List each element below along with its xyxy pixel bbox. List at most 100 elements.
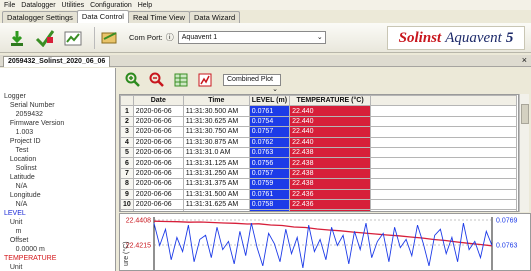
row-number: 5 (120, 146, 134, 159)
cell-level: 0.0756 (248, 157, 291, 169)
main-tabs: Datalogger Settings Data Control Real Time… (0, 10, 531, 23)
tree-item[interactable]: TEMPERATURE (4, 254, 115, 263)
tree-item[interactable]: 1.003 (4, 128, 115, 137)
data-wizard-icon[interactable] (34, 27, 56, 49)
cell-level: 0.0760 (248, 209, 291, 211)
menu-item-file[interactable]: File (4, 2, 15, 9)
tree-item[interactable]: N/A (4, 200, 115, 209)
tab-datalogger-settings[interactable]: Datalogger Settings (2, 11, 78, 23)
cell-temperature: 22.436 (289, 209, 372, 211)
cell-time: 11:31:31.500 AM (182, 188, 250, 200)
scrollbar-thumb[interactable] (521, 104, 529, 124)
table-row[interactable]: 9 2020-06-06 11:31:31.500 AM 0.0761 22.436 (120, 188, 518, 200)
menu-item-datalogger[interactable]: Datalogger (21, 2, 55, 9)
chart-svg: 22.440822.42150.07690.0763ure (°C) (122, 217, 518, 270)
table-header-row: Date Time LEVEL (m) TEMPERATURE (°C) (120, 95, 518, 107)
column-header-temperature[interactable]: TEMPERATURE (°C) (289, 95, 372, 107)
panel-toolbar: Combined Plot ⌄ (117, 68, 531, 93)
cell-time: 11:31:30.500 AM (182, 105, 250, 117)
combined-plot: 22.4408 22.4215 0.0769 0.0763 ure (°C) (119, 213, 531, 271)
cell-time: 11:31:31.250 AM (182, 167, 250, 180)
cell-date: 2020-06-06 (132, 178, 184, 190)
cell-time: 11:31:31.750 AM (182, 209, 250, 211)
plot-type-value: Combined Plot (227, 76, 273, 83)
table-row[interactable]: 4 2020-06-06 11:31:30.875 AM 0.0762 22.440 (120, 136, 518, 148)
table-row[interactable]: 8 2020-06-06 11:31:31.375 AM 0.0759 22.438 (120, 178, 518, 190)
logo-solinst: Solinst (398, 29, 442, 46)
download-icon[interactable] (6, 27, 28, 49)
column-header-time[interactable]: Time (182, 95, 250, 107)
table-row[interactable]: 112020-06-0611:31:31.750 AM0.076022.436 (120, 209, 518, 211)
tab-real-time-view[interactable]: Real Time View (127, 11, 190, 23)
table-row[interactable]: 7 2020-06-06 11:31:31.250 AM 0.0757 22.438 (120, 167, 518, 180)
cell-date: 2020-06-06 (132, 105, 184, 117)
cell-date: 2020-06-06 (132, 157, 184, 169)
row-number: 3 (120, 126, 134, 138)
table-row[interactable]: 6 2020-06-06 11:31:31.125 AM 0.0756 22.438 (120, 157, 518, 169)
file-tab[interactable]: 2059432_Solinst_2020_06_06 (3, 56, 111, 67)
row-number: 7 (120, 167, 134, 180)
chart-icon[interactable] (197, 72, 213, 88)
tree-item[interactable]: N/A (4, 182, 115, 191)
row-number: 4 (120, 136, 134, 148)
cell-level: 0.0762 (248, 136, 291, 148)
tree-item[interactable]: m (4, 227, 115, 236)
table-row[interactable]: 5 2020-06-06 11:31:31.0 AM 0.0763 22.438 (120, 146, 518, 159)
cell-date: 2020-06-06 (132, 146, 184, 159)
tree-item[interactable]: Solinst (4, 164, 115, 173)
cell-date: 2020-06-06 (132, 136, 184, 148)
data-panel: Combined Plot ⌄ Date Time LEVEL (m) TEMP… (117, 68, 531, 271)
menu-item-help[interactable]: Help (138, 2, 152, 9)
column-header-date[interactable]: Date (132, 95, 184, 107)
toolbar-separator (94, 26, 95, 49)
tree-item[interactable]: Unit (4, 218, 115, 227)
cell-level: 0.0754 (248, 115, 291, 128)
zoom-out-icon[interactable] (149, 72, 165, 88)
cell-temperature: 22.438 (289, 146, 372, 159)
chevron-down-icon: ⌄ (316, 34, 323, 41)
cell-temperature: 22.438 (289, 157, 372, 169)
menu-item-utilities[interactable]: Utilities (62, 2, 85, 9)
cell-temperature: 22.436 (289, 198, 372, 211)
tree-item[interactable]: Offset (4, 236, 115, 245)
tree-item[interactable]: Longitude (4, 191, 115, 200)
row-number: 9 (120, 188, 134, 200)
table-row[interactable]: 3 2020-06-06 11:31:30.750 AM 0.0757 22.440 (120, 126, 518, 138)
cell-level: 0.0763 (248, 146, 291, 159)
tree-item[interactable]: Project ID (4, 137, 115, 146)
tab-data-control[interactable]: Data Control (76, 10, 129, 23)
column-header-level[interactable]: LEVEL (m) (248, 95, 291, 107)
zoom-in-icon[interactable] (125, 72, 141, 88)
table-row[interactable]: 2 2020-06-06 11:31:30.625 AM 0.0754 22.440 (120, 115, 518, 128)
vertical-scrollbar[interactable] (519, 94, 529, 212)
tree-item[interactable]: 2059432 (4, 110, 115, 119)
table-icon[interactable] (173, 72, 189, 88)
filler-cell (370, 126, 518, 138)
tree-item[interactable]: Serial Number (4, 101, 115, 110)
close-icon[interactable]: × (522, 55, 527, 66)
cell-level: 0.0759 (248, 178, 291, 190)
connect-icon[interactable] (99, 27, 121, 49)
cell-time: 11:31:31.375 AM (182, 178, 250, 190)
filler-cell (370, 209, 518, 211)
cell-temperature: 22.440 (289, 136, 372, 148)
tree-item[interactable]: Logger (4, 92, 115, 101)
tree-item[interactable]: Location (4, 155, 115, 164)
tree-item[interactable]: Test (4, 146, 115, 155)
chart-open-icon[interactable] (62, 27, 84, 49)
tab-data-wizard[interactable]: Data Wizard (188, 11, 241, 23)
tree-item[interactable]: Latitude (4, 173, 115, 182)
menu-item-configuration[interactable]: Configuration (90, 2, 132, 9)
tree-item[interactable]: Unit (4, 263, 115, 271)
comport-select[interactable]: Aquavent 1 ⌄ (177, 31, 326, 44)
plot-type-select[interactable]: Combined Plot ⌄ (223, 74, 281, 93)
row-number: 1 (120, 105, 134, 117)
tree-item[interactable]: Firmware Version (4, 119, 115, 128)
tree-item[interactable]: 0.0000 m (4, 245, 115, 254)
filler-cell (370, 115, 518, 128)
cell-level: 0.0757 (248, 126, 291, 138)
tree-item[interactable]: LEVEL (4, 209, 115, 218)
toolbar: Com Port: ⓘ Aquavent 1 ⌄ Solinst Aquaven… (0, 23, 531, 53)
table-row[interactable]: 10 2020-06-06 11:31:31.625 AM 0.0758 22.436 (120, 198, 518, 211)
table-row[interactable]: 1 2020-06-06 11:31:30.500 AM 0.0761 22.440 (120, 105, 518, 117)
